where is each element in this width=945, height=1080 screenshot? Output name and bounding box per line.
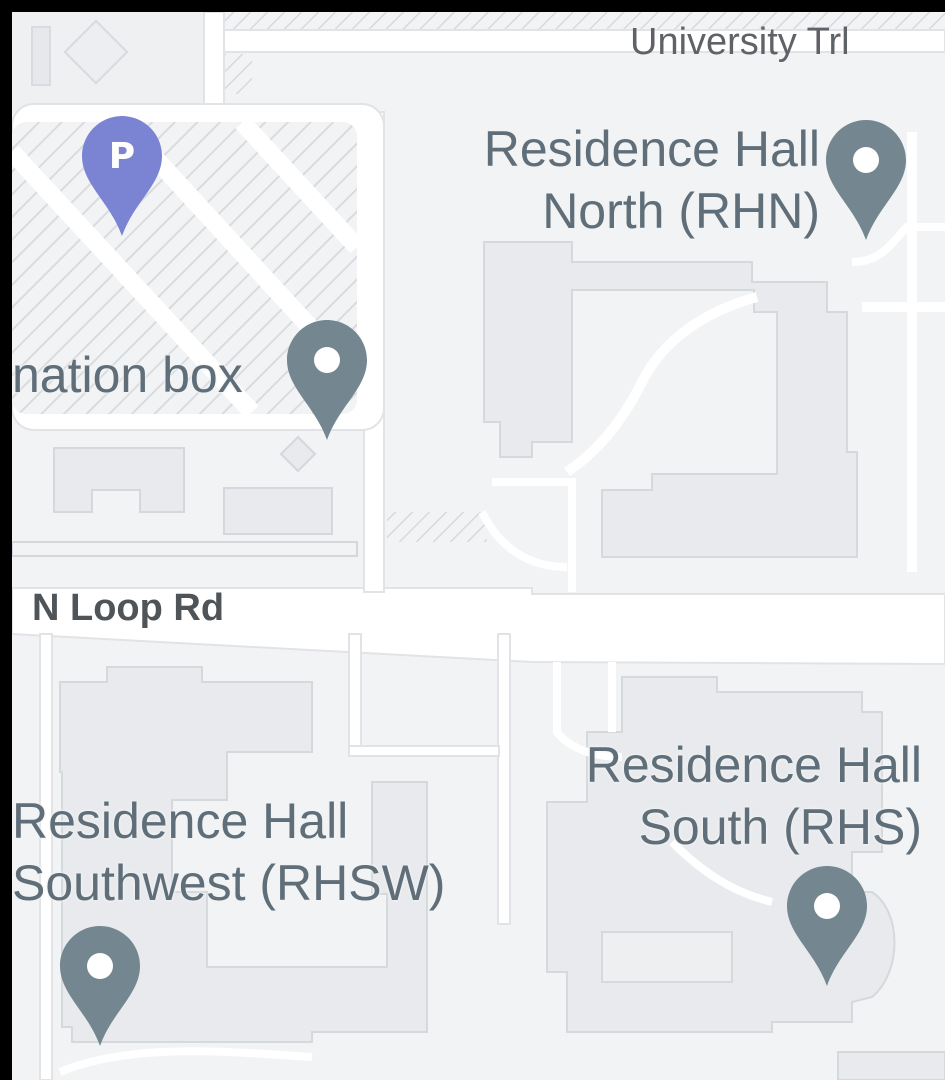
place-label-rhsw-line1: Residence Hall [12, 793, 349, 849]
place-label-info-box[interactable]: nation box [12, 344, 243, 406]
map-frame: University Trl N Loop Rd Residence Hall … [0, 0, 945, 1080]
pin-rhs[interactable] [785, 864, 869, 988]
pin-info-box[interactable] [285, 318, 369, 442]
place-label-rhs-line1: Residence Hall [585, 737, 922, 793]
place-label-rhs[interactable]: Residence Hall South (RHS) [512, 734, 922, 858]
pin-rhsw[interactable] [58, 924, 142, 1048]
place-label-rhsw-line2: Southwest (RHSW) [12, 855, 446, 911]
location-pin-icon [787, 866, 867, 986]
road-label-n-loop-rd: N Loop Rd [32, 587, 225, 629]
road-label-university-trl: University Trl [630, 21, 850, 63]
place-label-rhsw[interactable]: Residence Hall Southwest (RHSW) [12, 790, 445, 914]
place-label-rhn-line1: Residence Hall [483, 121, 820, 177]
place-label-rhn[interactable]: Residence Hall North (RHN) [418, 118, 820, 242]
parking-marker[interactable]: P [80, 114, 164, 238]
place-label-rhs-line2: South (RHS) [638, 799, 922, 855]
location-pin-icon [60, 926, 140, 1046]
location-pin-icon [287, 320, 367, 440]
map-canvas[interactable]: University Trl N Loop Rd Residence Hall … [12, 12, 945, 1080]
place-label-rhn-line2: North (RHN) [542, 183, 820, 239]
pin-rhn[interactable] [824, 118, 908, 242]
parking-letter: P [108, 136, 136, 177]
location-pin-icon [826, 120, 906, 240]
